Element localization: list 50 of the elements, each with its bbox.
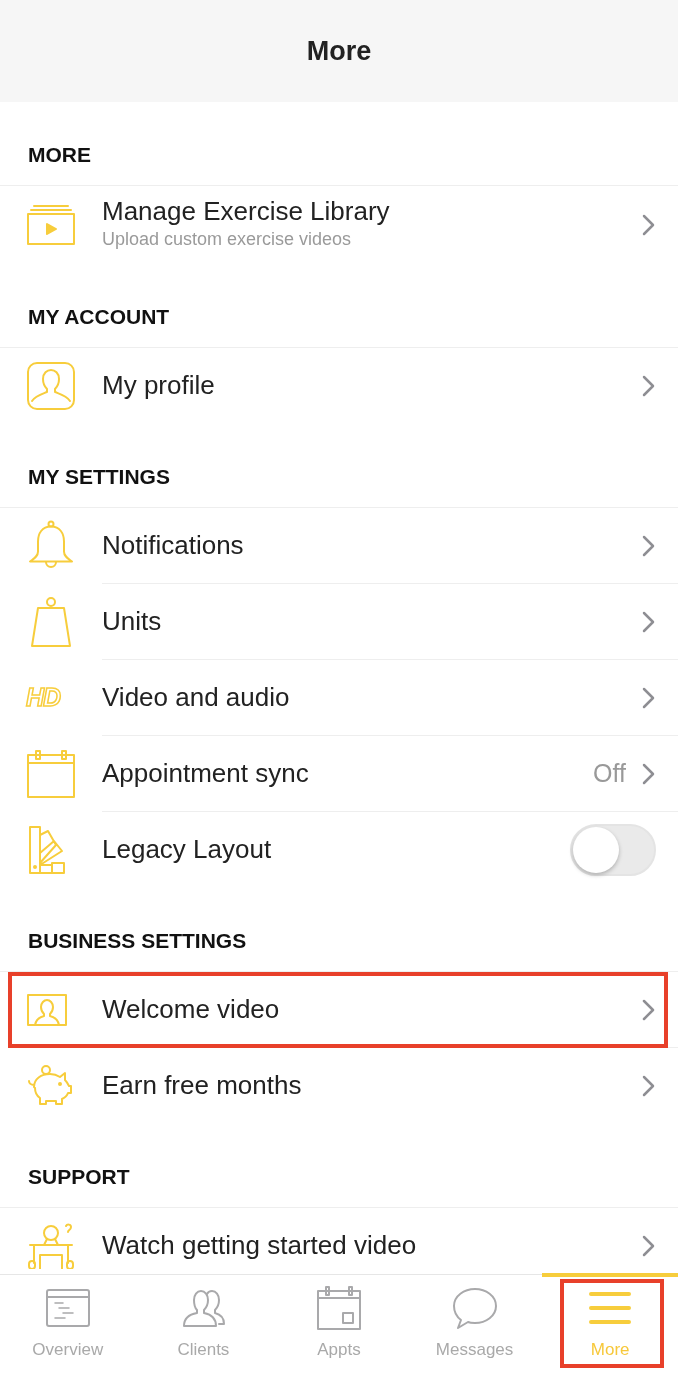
people-icon bbox=[180, 1288, 227, 1328]
row-label: Earn free months bbox=[102, 1071, 303, 1101]
settings-row[interactable]: My profile bbox=[0, 348, 678, 424]
toggle-switch[interactable] bbox=[570, 824, 656, 876]
person-frame-icon bbox=[26, 993, 68, 1027]
section-header: MY ACCOUNT bbox=[28, 303, 170, 330]
settings-row[interactable]: Units bbox=[0, 584, 678, 660]
row-label: Manage Exercise Library bbox=[102, 196, 391, 227]
teacher-board-icon bbox=[26, 1223, 76, 1269]
section-header: MY SETTINGS bbox=[28, 463, 170, 490]
settings-row[interactable]: Welcome video bbox=[0, 972, 678, 1048]
calendar-icon bbox=[26, 749, 76, 799]
menu-icon bbox=[588, 1290, 633, 1326]
piggy-bank-icon bbox=[26, 1065, 72, 1107]
chevron-icon bbox=[642, 375, 656, 397]
calendar-icon bbox=[316, 1285, 362, 1331]
value-text: Off bbox=[593, 757, 626, 789]
row-label: Units bbox=[102, 606, 163, 637]
settings-row[interactable]: HD Video and audio bbox=[0, 660, 678, 736]
settings-row[interactable]: Manage Exercise Library Upload custom exercise videos bbox=[0, 186, 678, 264]
window-icon bbox=[44, 1288, 91, 1328]
screen-title: More bbox=[306, 34, 372, 68]
chevron-icon bbox=[642, 762, 656, 785]
settings-row[interactable]: Appointment sync Off bbox=[0, 736, 678, 812]
row-label: Legacy Layout bbox=[102, 835, 273, 865]
row-label: Notifications bbox=[102, 530, 245, 561]
row-label: Watch getting started video bbox=[102, 1231, 418, 1261]
chevron-icon bbox=[642, 998, 656, 1021]
settings-row[interactable]: Watch getting started video bbox=[0, 1208, 678, 1274]
chevron-icon bbox=[642, 534, 656, 557]
row-label: Appointment sync bbox=[102, 758, 310, 789]
chevron-icon bbox=[642, 686, 656, 709]
chevron-icon bbox=[642, 1235, 656, 1257]
speech-bubble-icon bbox=[451, 1286, 498, 1330]
chevron-icon bbox=[642, 610, 656, 633]
section-header: SUPPORT bbox=[28, 1163, 130, 1190]
video-library-icon bbox=[26, 204, 76, 246]
row-label: Welcome video bbox=[102, 994, 281, 1025]
chevron-icon bbox=[642, 214, 656, 236]
settings-row[interactable]: Legacy Layout bbox=[0, 812, 678, 888]
settings-row[interactable]: Earn free months bbox=[0, 1048, 678, 1124]
profile-icon bbox=[26, 361, 76, 411]
row-subtitle: Upload custom exercise videos bbox=[102, 228, 353, 252]
row-label: Video and audio bbox=[102, 682, 291, 713]
section-header: BUSINESS SETTINGS bbox=[28, 927, 247, 954]
chevron-icon bbox=[642, 1075, 656, 1097]
hd-label: HD bbox=[26, 682, 61, 714]
settings-row[interactable]: Notifications bbox=[0, 508, 678, 584]
row-label: My profile bbox=[102, 371, 216, 401]
section-header: MORE bbox=[28, 141, 91, 168]
